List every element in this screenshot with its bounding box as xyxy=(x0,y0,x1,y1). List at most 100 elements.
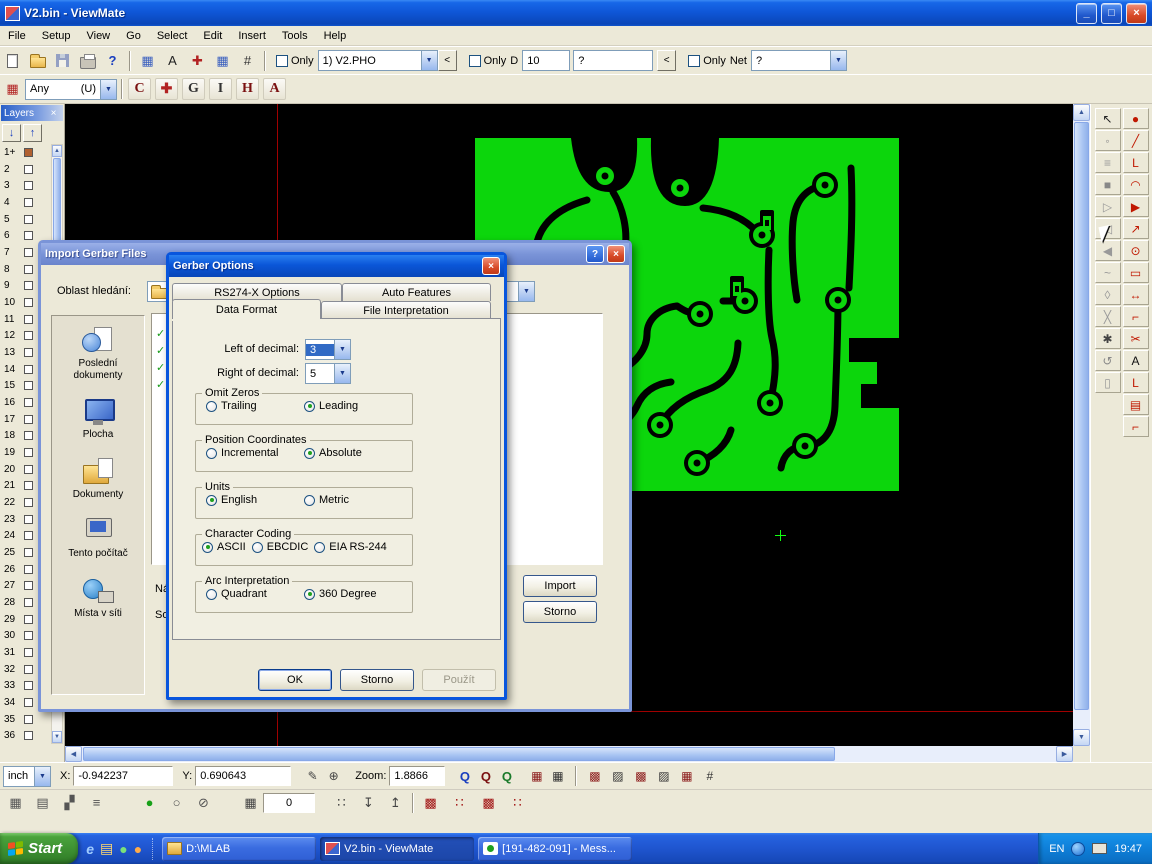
radio-ebcdic[interactable]: EBCDIC xyxy=(252,541,309,553)
active-layer-dot-icon[interactable]: ● xyxy=(138,792,161,814)
layers-merge-icon[interactable]: ▤ xyxy=(31,792,54,814)
layer-row[interactable]: 36 xyxy=(2,728,50,745)
right-decimal-combo[interactable]: 5 ▼ xyxy=(305,363,351,384)
rect-outline-icon[interactable]: ▭ xyxy=(1123,262,1149,283)
prev-layer-button[interactable]: < xyxy=(438,50,457,71)
layer-visibility-checkbox[interactable] xyxy=(24,648,33,657)
context-help-button[interactable]: ? xyxy=(101,50,124,72)
triangle-icon[interactable]: ▷ xyxy=(1095,196,1121,217)
grid-view-icon[interactable]: ▦ xyxy=(211,50,234,72)
mirror-v-icon[interactable]: ◀ xyxy=(1095,240,1121,261)
pattern-a-icon[interactable]: ▩ xyxy=(584,766,605,786)
scroll-down-icon[interactable]: ▼ xyxy=(52,731,62,743)
layer-visibility-checkbox[interactable] xyxy=(24,731,33,740)
layer-visibility-checkbox[interactable] xyxy=(24,381,33,390)
chevron-down-icon[interactable]: ▼ xyxy=(100,80,116,99)
pattern-d-icon[interactable]: ▨ xyxy=(653,766,674,786)
place-documents[interactable]: Dokumenty xyxy=(52,447,144,507)
layer-visibility-checkbox[interactable] xyxy=(24,398,33,407)
c-tool-icon[interactable]: C xyxy=(128,78,151,100)
only-dcode-checkbox[interactable] xyxy=(469,55,481,67)
cut-scissors-icon[interactable]: ✂ xyxy=(1123,328,1149,349)
filled-rect-icon[interactable]: ■ xyxy=(1095,174,1121,195)
language-indicator[interactable]: EN xyxy=(1049,843,1064,855)
snap-points-icon[interactable]: ◦ xyxy=(1095,130,1121,151)
zoom-all-icon[interactable]: Q xyxy=(496,766,517,786)
layer-visibility-checkbox[interactable] xyxy=(24,515,33,524)
gerber-dialog-titlebar[interactable]: Gerber Options × xyxy=(169,255,504,277)
layer-visibility-checkbox[interactable] xyxy=(24,598,33,607)
scroll-up-icon[interactable]: ▲ xyxy=(52,145,62,157)
taskbar-button-v2-bin-viewmate[interactable]: V2.bin - ViewMate xyxy=(320,837,474,861)
layer-row[interactable]: 5 xyxy=(2,211,50,228)
table-icon[interactable]: ▤ xyxy=(1123,394,1149,415)
circle-mode-icon[interactable]: ○ xyxy=(165,792,188,814)
diamond-icon[interactable]: ◊ xyxy=(1095,284,1121,305)
layer-row[interactable]: 3 xyxy=(2,177,50,194)
menu-file[interactable]: File xyxy=(0,27,34,45)
close-icon[interactable]: × xyxy=(482,257,500,275)
grid-dark-icon[interactable]: ▦ xyxy=(547,766,568,786)
pattern-f-icon[interactable]: # xyxy=(699,766,720,786)
dcode-filter-field[interactable]: ? xyxy=(573,50,653,71)
layer-visibility-checkbox[interactable] xyxy=(24,231,33,240)
tab-auto-features[interactable]: Auto Features xyxy=(342,283,491,301)
layer-visibility-checkbox[interactable] xyxy=(24,665,33,674)
layer-visibility-checkbox[interactable] xyxy=(24,698,33,707)
rotate-icon[interactable]: ↺ xyxy=(1095,350,1121,371)
unit-combo[interactable]: inch ▼ xyxy=(3,766,51,787)
layer-visibility-checkbox[interactable] xyxy=(24,315,33,324)
radio-incremental[interactable]: Incremental xyxy=(206,447,290,459)
l-shape-icon[interactable]: L xyxy=(1123,372,1149,393)
layer-row[interactable]: 1+ xyxy=(2,144,50,161)
menu-tools[interactable]: Tools xyxy=(274,27,316,45)
layer-move-up-button[interactable]: ↑ xyxy=(23,124,42,142)
settings-star-icon[interactable]: ✱ xyxy=(1095,328,1121,349)
horizontal-scrollbar-thumb[interactable] xyxy=(83,747,835,761)
layers-panel-header[interactable]: Layers × xyxy=(1,105,63,121)
apply-button[interactable]: Použít xyxy=(422,669,496,691)
import-cancel-button[interactable]: Storno xyxy=(523,601,597,623)
layer-visibility-checkbox[interactable] xyxy=(24,248,33,257)
close-button[interactable]: × xyxy=(1126,3,1147,24)
chevron-down-icon[interactable]: ▼ xyxy=(334,364,350,383)
radio-trailing[interactable]: Trailing xyxy=(206,400,290,412)
only-net-checkbox[interactable] xyxy=(688,55,700,67)
select-filter-icon[interactable]: ▦ xyxy=(1,78,24,100)
close-icon[interactable]: × xyxy=(607,245,625,263)
chevron-down-icon[interactable]: ▼ xyxy=(421,51,437,70)
browser-icon[interactable]: ● xyxy=(134,841,142,857)
polygon-icon[interactable]: ▶ xyxy=(1123,196,1149,217)
chevron-down-icon[interactable]: ▼ xyxy=(830,51,846,70)
aperture-info-icon[interactable]: A xyxy=(161,50,184,72)
draw-pencil-icon[interactable]: ✎ xyxy=(302,766,323,786)
step-line-icon[interactable]: ⌐ xyxy=(1123,306,1149,327)
pattern-b-icon[interactable]: ▨ xyxy=(607,766,628,786)
text-a-icon[interactable]: A xyxy=(1123,350,1149,371)
outline-box-icon[interactable]: ▯ xyxy=(1095,372,1121,393)
restore-button[interactable]: □ xyxy=(1101,3,1122,24)
layer-visibility-checkbox[interactable] xyxy=(24,148,33,157)
radio-quadrant[interactable]: Quadrant xyxy=(206,588,290,600)
layer-visibility-checkbox[interactable] xyxy=(24,298,33,307)
layer-visibility-checkbox[interactable] xyxy=(24,565,33,574)
vertical-scrollbar-thumb[interactable] xyxy=(1074,122,1089,710)
layer-visibility-checkbox[interactable] xyxy=(24,448,33,457)
zoom-in-icon[interactable]: Q xyxy=(454,766,475,786)
radio-absolute[interactable]: Absolute xyxy=(304,447,388,459)
layers-flat-icon[interactable]: ≡ xyxy=(85,792,108,814)
layer-visibility-checkbox[interactable] xyxy=(24,181,33,190)
layer-move-down-button[interactable]: ↓ xyxy=(2,124,21,142)
pad-pattern-a-icon[interactable]: ▩ xyxy=(419,792,442,814)
print-button[interactable] xyxy=(76,50,99,72)
g-tool-icon[interactable]: G xyxy=(182,78,205,100)
circle-pad-icon[interactable]: ⊙ xyxy=(1123,240,1149,261)
highlight-cross-icon[interactable]: ✚ xyxy=(186,50,209,72)
layer-visibility-checkbox[interactable] xyxy=(24,348,33,357)
anchor-up-icon[interactable]: ↥ xyxy=(384,792,407,814)
layer-visibility-checkbox[interactable] xyxy=(24,215,33,224)
layer-row[interactable]: 35 xyxy=(2,711,50,728)
layer-visibility-checkbox[interactable] xyxy=(24,481,33,490)
vertical-scrollbar[interactable]: ▲ ▼ xyxy=(1073,104,1090,746)
layers-stack-icon[interactable]: ▦ xyxy=(4,792,27,814)
